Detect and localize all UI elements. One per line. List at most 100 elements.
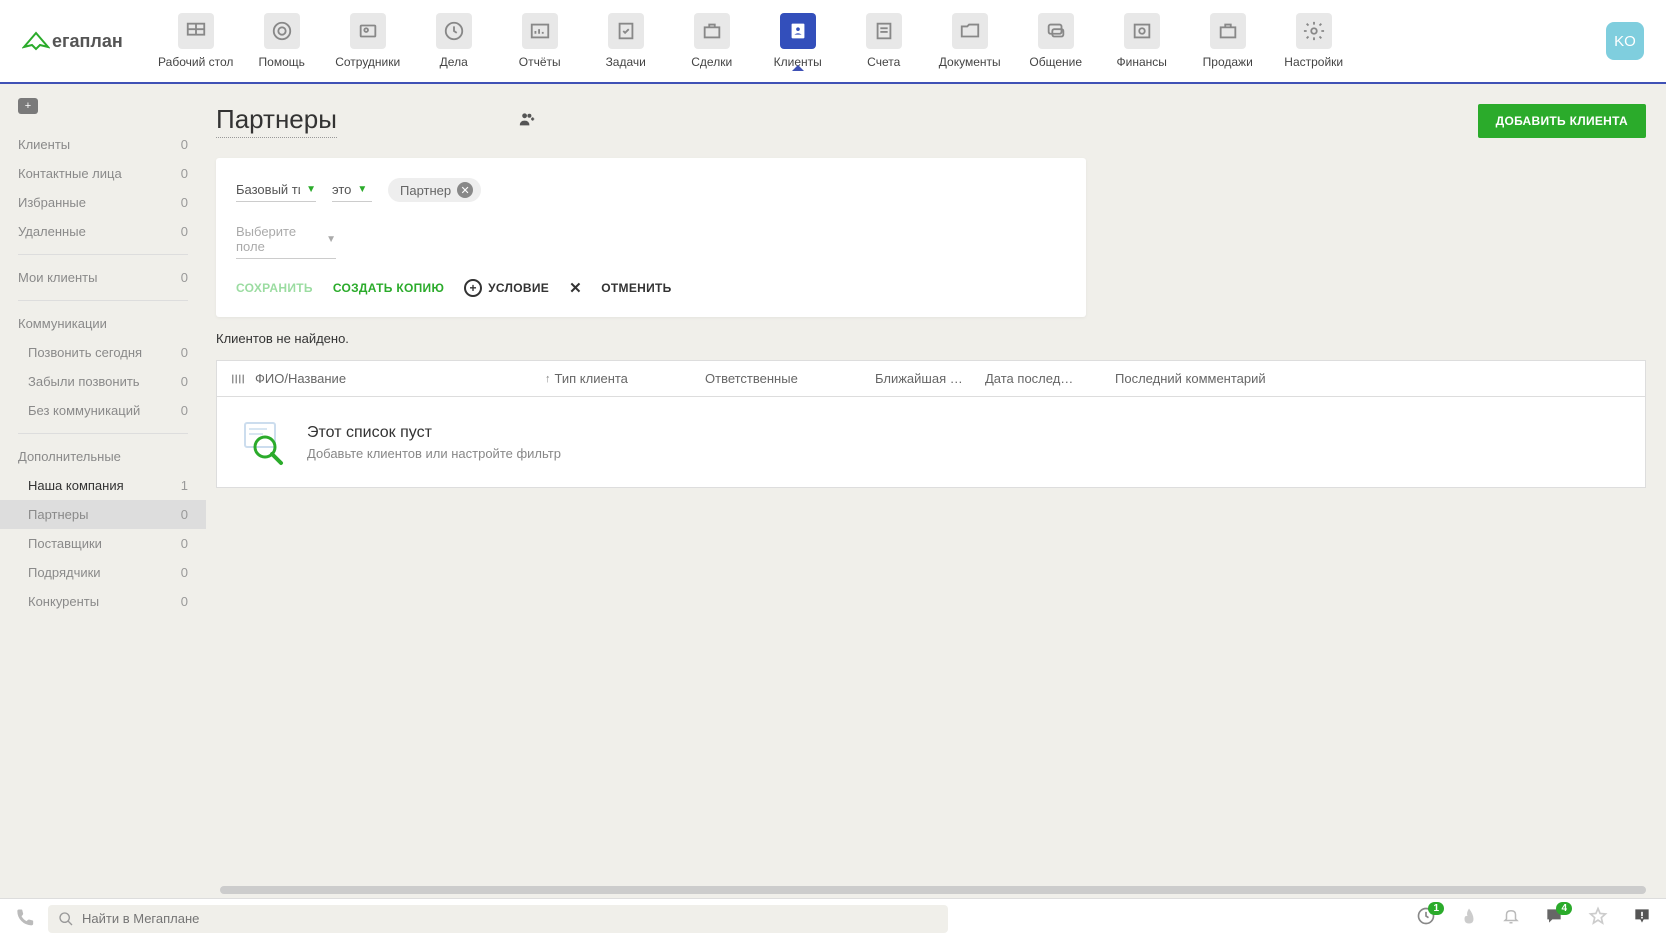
nav-label: Рабочий стол	[158, 55, 233, 69]
remove-tag-icon[interactable]: ✕	[457, 182, 473, 198]
feedback-icon[interactable]	[1632, 906, 1652, 931]
page-title[interactable]: Партнеры	[216, 104, 337, 138]
badge: 1	[1428, 902, 1444, 915]
search-input[interactable]	[82, 911, 938, 926]
nav-item-employees[interactable]: Сотрудники	[325, 13, 411, 69]
nav-item-invoices[interactable]: Счета	[841, 13, 927, 69]
chevron-down-icon: ▼	[306, 184, 316, 195]
chart-icon	[522, 13, 558, 49]
sidebar-item-competitors[interactable]: Конкуренты0	[0, 587, 206, 616]
column-settings-icon[interactable]	[231, 372, 255, 386]
column-name[interactable]: ФИО/Название	[255, 371, 545, 386]
nav-label: Сделки	[691, 55, 732, 69]
divider	[18, 300, 188, 301]
empty-subtitle: Добавьте клиентов или настройте фильтр	[307, 446, 561, 461]
sidebar: + Клиенты0 Контактные лица0 Избранные0 У…	[0, 84, 206, 898]
filter-condition-button[interactable]: +УСЛОВИЕ	[464, 279, 549, 297]
sidebar-item-suppliers[interactable]: Поставщики0	[0, 529, 206, 558]
add-client-button[interactable]: ДОБАВИТЬ КЛИЕНТА	[1478, 104, 1646, 138]
column-nearest[interactable]: Ближайшая …	[875, 371, 985, 386]
column-responsible[interactable]: Ответственные	[705, 371, 875, 386]
nav-label: Общение	[1029, 55, 1082, 69]
empty-title: Этот список пуст	[307, 424, 561, 442]
avatar[interactable]: KO	[1606, 22, 1644, 60]
sidebar-header-communications: Коммуникации	[0, 309, 206, 338]
sidebar-item-clients[interactable]: Клиенты0	[0, 130, 206, 159]
filter-panel: Базовый тип▼ это▼ Партнер ✕ Выберите пол…	[216, 158, 1086, 317]
search-icon	[58, 911, 74, 927]
nav-item-todo[interactable]: Задачи	[583, 13, 669, 69]
star-icon[interactable]	[1588, 906, 1608, 931]
chat-notification-icon[interactable]: 4	[1544, 906, 1564, 931]
bell-icon[interactable]	[1502, 906, 1520, 931]
nav-item-settings[interactable]: Настройки	[1271, 13, 1357, 69]
nav-items: Рабочий стол Помощь Сотрудники Дела Отчё…	[153, 13, 1357, 69]
horizontal-scrollbar[interactable]	[220, 886, 1646, 894]
empty-search-icon	[237, 417, 287, 467]
filter-save-button[interactable]: СОХРАНИТЬ	[236, 281, 313, 295]
chat-icon	[1038, 13, 1074, 49]
page-header: Партнеры ДОБАВИТЬ КЛИЕНТА	[216, 104, 1646, 138]
column-type[interactable]: ↑Тип клиента	[545, 371, 705, 386]
clock-notification-icon[interactable]: 1	[1416, 906, 1436, 931]
nav-label: Счета	[867, 55, 900, 69]
sidebar-item-no-comm[interactable]: Без коммуникаций0	[0, 396, 206, 425]
nav-item-clients[interactable]: Клиенты	[755, 13, 841, 69]
sort-up-icon: ↑	[545, 373, 551, 385]
sidebar-item-favorites[interactable]: Избранные0	[0, 188, 206, 217]
nav-item-finance[interactable]: Финансы	[1099, 13, 1185, 69]
desktop-icon	[178, 13, 214, 49]
not-found-text: Клиентов не найдено.	[216, 331, 1646, 346]
nav-item-help[interactable]: Помощь	[239, 13, 325, 69]
sidebar-item-our-company[interactable]: Наша компания1	[0, 471, 206, 500]
sidebar-item-partners[interactable]: Партнеры0	[0, 500, 206, 529]
nav-item-documents[interactable]: Документы	[927, 13, 1013, 69]
sidebar-item-forgot-call[interactable]: Забыли позвонить0	[0, 367, 206, 396]
filter-cancel-button[interactable]: ✕ ОТМЕНИТЬ	[569, 279, 671, 297]
divider	[18, 433, 188, 434]
nav-item-tasks[interactable]: Дела	[411, 13, 497, 69]
clients-table: ФИО/Название ↑Тип клиента Ответственные …	[216, 360, 1646, 488]
sidebar-item-call-today[interactable]: Позвонить сегодня0	[0, 338, 206, 367]
employees-icon	[350, 13, 386, 49]
nav-item-desktop[interactable]: Рабочий стол	[153, 13, 239, 69]
nav-item-sales[interactable]: Продажи	[1185, 13, 1271, 69]
sidebar-header-additional: Дополнительные	[0, 442, 206, 471]
sidebar-add-button[interactable]: +	[18, 98, 38, 114]
nav-label: Сотрудники	[335, 55, 400, 69]
safe-icon	[1124, 13, 1160, 49]
nav-label: Финансы	[1117, 55, 1167, 69]
sidebar-item-contacts[interactable]: Контактные лица0	[0, 159, 206, 188]
invoice-icon	[866, 13, 902, 49]
sidebar-item-my-clients[interactable]: Мои клиенты0	[0, 263, 206, 292]
gear-icon	[1296, 13, 1332, 49]
top-nav: егаплан Рабочий стол Помощь Сотрудники Д…	[0, 0, 1666, 84]
filter-copy-button[interactable]: СОЗДАТЬ КОПИЮ	[333, 281, 444, 295]
chevron-down-icon: ▼	[357, 184, 367, 195]
briefcase2-icon	[1210, 13, 1246, 49]
nav-label: Настройки	[1284, 55, 1343, 69]
folder-icon	[952, 13, 988, 49]
filter-choose-field-dropdown[interactable]: Выберите поле▼	[236, 220, 336, 259]
nav-item-chat[interactable]: Общение	[1013, 13, 1099, 69]
column-last-date[interactable]: Дата послед…	[985, 371, 1115, 386]
add-people-icon[interactable]	[517, 111, 537, 132]
search-box[interactable]	[48, 905, 948, 933]
chevron-down-icon: ▼	[326, 234, 336, 245]
nav-label: Отчёты	[519, 55, 561, 69]
nav-item-deals[interactable]: Сделки	[669, 13, 755, 69]
divider	[18, 254, 188, 255]
phone-icon[interactable]	[14, 907, 34, 930]
sidebar-item-deleted[interactable]: Удаленные0	[0, 217, 206, 246]
column-comment[interactable]: Последний комментарий	[1115, 371, 1631, 386]
filter-operator-dropdown[interactable]: это▼	[332, 178, 372, 202]
nav-item-reports[interactable]: Отчёты	[497, 13, 583, 69]
filter-field-dropdown[interactable]: Базовый тип▼	[236, 178, 316, 202]
main-content: Партнеры ДОБАВИТЬ КЛИЕНТА Базовый тип▼ э…	[206, 84, 1666, 898]
checklist-icon	[608, 13, 644, 49]
logo[interactable]: егаплан	[22, 29, 123, 53]
sidebar-item-contractors[interactable]: Подрядчики0	[0, 558, 206, 587]
nav-label: Документы	[939, 55, 1001, 69]
flame-icon[interactable]	[1460, 906, 1478, 931]
bottom-bar: 1 4	[0, 898, 1666, 938]
